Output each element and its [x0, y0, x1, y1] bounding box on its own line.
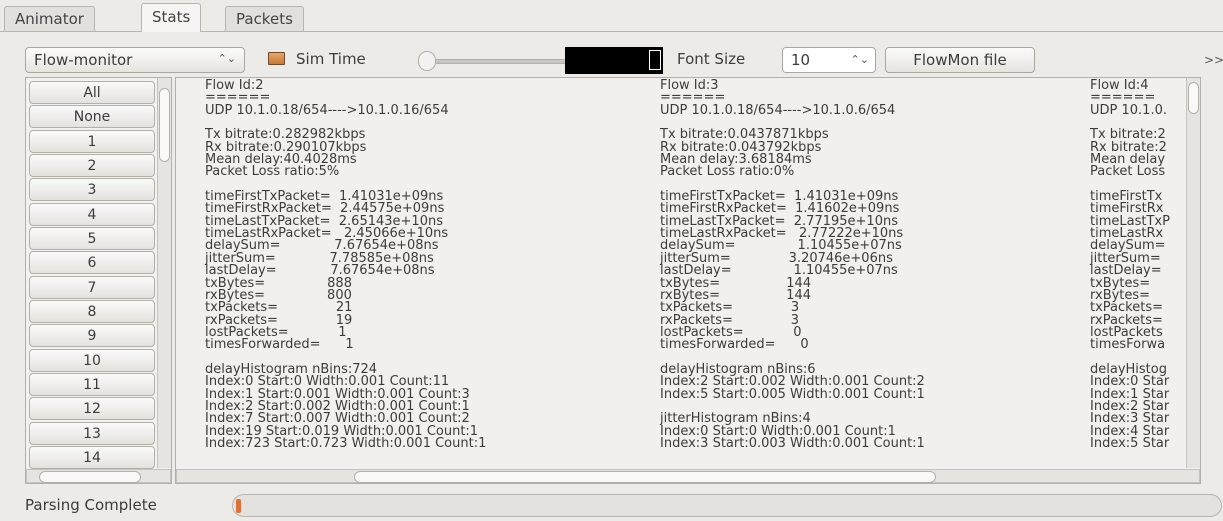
flow-button[interactable]: 12 [29, 397, 155, 420]
stats-type-combo[interactable]: Flow-monitor ⌃⌄ [25, 47, 245, 73]
stat-line: timesForwa [1090, 337, 1166, 353]
flow-button[interactable]: 5 [29, 227, 155, 250]
flow-button-none[interactable]: None [29, 105, 155, 128]
flow-stats-column: Flow Id:2 ====== UDP 10.1.0.18/654---->10.… [205, 79, 487, 451]
tab-animator[interactable]: Animator [4, 6, 95, 31]
cursor-icon [649, 50, 661, 70]
flow-button[interactable]: 4 [29, 203, 155, 226]
stat-line: Index:723 Start:0.723 Width:0.001 Count:… [205, 435, 487, 451]
flow-button[interactable]: 8 [29, 300, 155, 323]
stats-horizontal-scrollbar[interactable] [176, 469, 1200, 483]
stat-line: Packet Loss ratio:0% [660, 164, 795, 180]
font-size-value: 10 [791, 51, 811, 69]
progress-fill [236, 499, 241, 513]
font-size-label: Font Size [677, 50, 746, 68]
flow-stats-column: Flow Id:3 ====== UDP 10.1.0.18/654---->10.… [660, 79, 925, 451]
flow-stats-panel: Flow Id:2 ====== UDP 10.1.0.18/654---->10.… [175, 77, 1201, 484]
flow-button[interactable]: 14 [29, 446, 155, 469]
stats-vertical-scrollbar[interactable] [1186, 78, 1200, 468]
sim-time-display [565, 47, 663, 74]
flow-button[interactable]: 2 [29, 154, 155, 177]
sim-time-icon [268, 52, 285, 65]
scrollbar-thumb[interactable] [1188, 82, 1199, 114]
stat-line: UDP 10.1.0.18/654---->10.1.0.6/654 [660, 102, 896, 118]
tab-bar: Animator Stats Packets [0, 0, 1223, 32]
spin-arrows-icon: ⌃⌄ [850, 53, 869, 66]
parsing-progress-bar [232, 494, 1222, 517]
flow-button-all[interactable]: All [29, 81, 155, 104]
flow-button[interactable]: 3 [29, 178, 155, 201]
flow-button[interactable]: 6 [29, 251, 155, 274]
combo-value: Flow-monitor [34, 51, 133, 69]
flow-button[interactable]: 7 [29, 276, 155, 299]
flow-list-horizontal-scrollbar[interactable] [26, 469, 171, 483]
sim-time-label: Sim Time [296, 50, 366, 68]
stat-line: timesForwarded= 1 [205, 337, 354, 353]
flow-button[interactable]: 10 [29, 349, 155, 372]
flowmon-file-button[interactable]: FlowMon file [885, 47, 1035, 73]
stat-line: timesForwarded= 0 [660, 337, 809, 353]
flow-button[interactable]: 13 [29, 422, 155, 445]
stat-line: UDP 10.1.0.18/654---->10.1.0.16/654 [205, 102, 449, 118]
scrollbar-thumb[interactable] [159, 88, 170, 162]
stat-line: UDP 10.1.0. [1090, 102, 1167, 118]
stat-line: Packet Loss [1090, 164, 1166, 180]
font-size-spinbox[interactable]: 10 ⌃⌄ [782, 47, 876, 73]
combo-arrows-icon: ⌃⌄ [217, 52, 236, 65]
scrollbar-thumb[interactable] [39, 471, 141, 483]
scrollbar-thumb[interactable] [354, 471, 936, 483]
flow-button[interactable]: 1 [29, 130, 155, 153]
sim-time-slider[interactable] [418, 59, 568, 64]
tab-packets[interactable]: Packets [225, 6, 304, 31]
tab-stats[interactable]: Stats [141, 3, 202, 32]
stat-line: Packet Loss ratio:5% [205, 164, 340, 180]
overflow-more-icon[interactable]: >> [1204, 53, 1223, 67]
stat-line: Index:5 Start:0.005 Width:0.001 Count:1 [660, 386, 925, 402]
flow-list: All None 1 2 3 4 5 6 7 8 9 10 11 12 13 1… [25, 77, 172, 484]
stat-line: Index:3 Start:0.003 Width:0.001 Count:1 [660, 435, 925, 451]
status-text: Parsing Complete [25, 496, 157, 514]
flow-button[interactable]: 9 [29, 324, 155, 347]
flow-button[interactable]: 11 [29, 373, 155, 396]
flow-list-vertical-scrollbar[interactable] [157, 78, 171, 468]
toolbar: Flow-monitor ⌃⌄ Sim Time Font Size 10 ⌃⌄… [0, 44, 1223, 74]
sim-time-slider-handle[interactable] [418, 51, 436, 71]
stat-line: Index:5 Star [1090, 435, 1170, 451]
flow-stats-column: Flow Id:4 ====== UDP 10.1.0. Tx bitrate:2 Rx… [1090, 79, 1170, 451]
